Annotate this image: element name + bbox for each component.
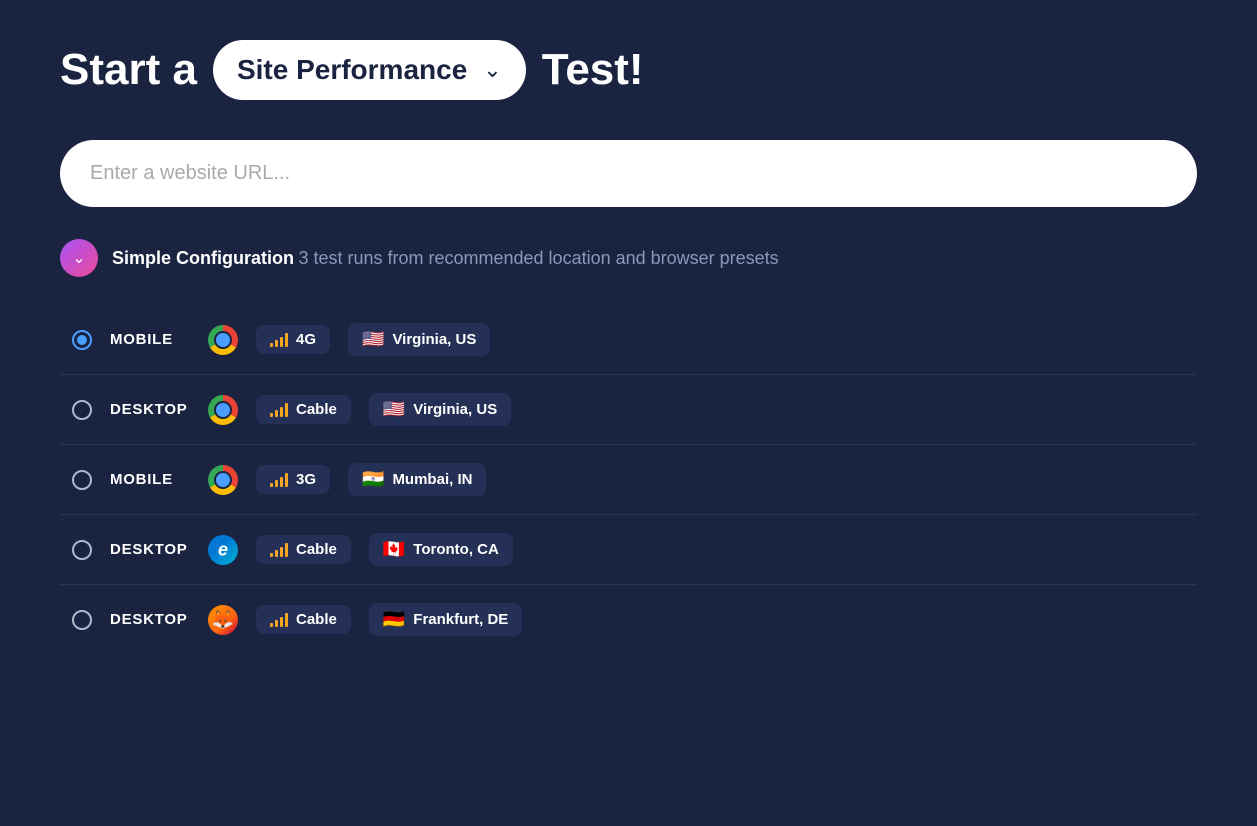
chrome-browser-icon: [208, 465, 238, 495]
radio-button[interactable]: [72, 400, 92, 420]
device-label: DESKTOP: [110, 611, 190, 628]
test-rows-list: MOBILE 4G 🇺🇸 Virginia, US DESKTOP Cable 🇺🇸 Virg…: [60, 305, 1197, 654]
flag-icon: 🇺🇸: [362, 329, 384, 350]
radio-button[interactable]: [72, 470, 92, 490]
config-section: ⌄ Simple Configuration 3 test runs from …: [60, 239, 1197, 654]
location-badge: 🇺🇸 Virginia, US: [369, 393, 511, 426]
connection-label: Cable: [296, 611, 337, 628]
edge-browser-icon: [208, 535, 238, 565]
chevron-down-icon: ⌄: [483, 57, 501, 83]
connection-badge: 3G: [256, 465, 330, 494]
connection-label: 3G: [296, 471, 316, 488]
config-title-sub: 3 test runs from recommended location an…: [298, 248, 778, 268]
test-row: MOBILE 3G 🇮🇳 Mumbai, IN: [60, 445, 1197, 515]
test-row: DESKTOP Cable 🇩🇪 Frankfurt, DE: [60, 585, 1197, 654]
device-label: DESKTOP: [110, 401, 190, 418]
flag-icon: 🇩🇪: [383, 609, 405, 630]
radio-button[interactable]: [72, 330, 92, 350]
signal-bars-icon: [270, 403, 288, 417]
connection-label: 4G: [296, 331, 316, 348]
test-row: MOBILE 4G 🇺🇸 Virginia, US: [60, 305, 1197, 375]
header-suffix: Test!: [542, 45, 644, 95]
chrome-browser-icon: [208, 325, 238, 355]
flag-icon: 🇺🇸: [383, 399, 405, 420]
location-label: Virginia, US: [392, 331, 476, 348]
connection-badge: Cable: [256, 535, 351, 564]
radio-button[interactable]: [72, 610, 92, 630]
signal-bars-icon: [270, 333, 288, 347]
firefox-browser-icon: [208, 605, 238, 635]
config-header: ⌄ Simple Configuration 3 test runs from …: [60, 239, 1197, 277]
connection-label: Cable: [296, 401, 337, 418]
url-input-container: [60, 140, 1197, 207]
location-label: Toronto, CA: [413, 541, 499, 558]
location-badge: 🇮🇳 Mumbai, IN: [348, 463, 486, 496]
header-prefix: Start a: [60, 45, 197, 95]
device-label: MOBILE: [110, 331, 190, 348]
connection-badge: 4G: [256, 325, 330, 354]
chrome-browser-icon: [208, 395, 238, 425]
dropdown-label: Site Performance: [237, 54, 467, 86]
config-title-bold: Simple Configuration: [112, 248, 294, 268]
location-badge: 🇨🇦 Toronto, CA: [369, 533, 513, 566]
device-label: MOBILE: [110, 471, 190, 488]
test-type-dropdown[interactable]: Site Performance ⌄: [213, 40, 526, 100]
chevron-down-icon: ⌄: [72, 248, 85, 268]
radio-button[interactable]: [72, 540, 92, 560]
flag-icon: 🇮🇳: [362, 469, 384, 490]
location-label: Mumbai, IN: [392, 471, 472, 488]
device-label: DESKTOP: [110, 541, 190, 558]
connection-badge: Cable: [256, 395, 351, 424]
connection-badge: Cable: [256, 605, 351, 634]
location-badge: 🇩🇪 Frankfurt, DE: [369, 603, 522, 636]
location-badge: 🇺🇸 Virginia, US: [348, 323, 490, 356]
test-row: DESKTOP Cable 🇺🇸 Virginia, US: [60, 375, 1197, 445]
flag-icon: 🇨🇦: [383, 539, 405, 560]
page-header: Start a Site Performance ⌄ Test!: [60, 40, 1197, 100]
url-input[interactable]: [60, 140, 1197, 207]
config-toggle-button[interactable]: ⌄: [60, 239, 98, 277]
connection-label: Cable: [296, 541, 337, 558]
location-label: Frankfurt, DE: [413, 611, 508, 628]
location-label: Virginia, US: [413, 401, 497, 418]
signal-bars-icon: [270, 613, 288, 627]
signal-bars-icon: [270, 543, 288, 557]
signal-bars-icon: [270, 473, 288, 487]
test-row: DESKTOP Cable 🇨🇦 Toronto, CA: [60, 515, 1197, 585]
